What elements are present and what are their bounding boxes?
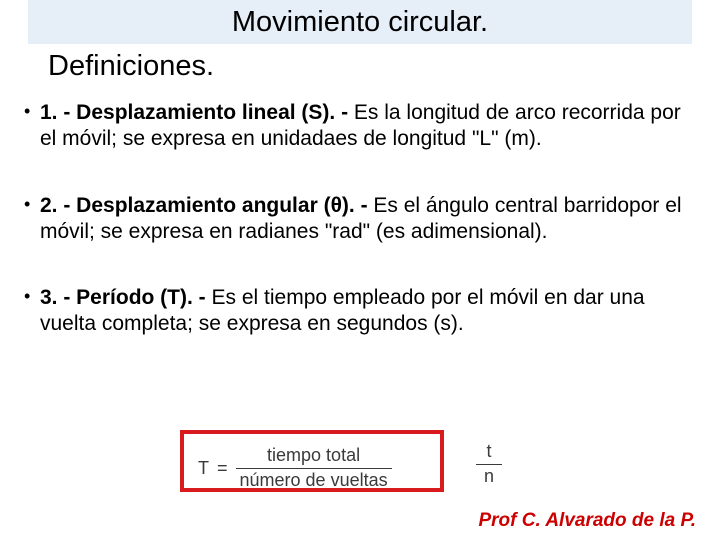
- formula-short-fraction: t n: [476, 442, 502, 487]
- formula-fraction: tiempo total número de vueltas: [236, 446, 392, 491]
- formula-short-numerator: t: [486, 442, 491, 462]
- formula-equals: =: [217, 458, 228, 479]
- slide-title: Movimiento circular.: [232, 6, 488, 39]
- title-band: Movimiento circular.: [28, 0, 692, 44]
- bullet-item: 2. - Desplazamiento angular (θ). - Es el…: [20, 193, 696, 246]
- bullet-lead: 2. - Desplazamiento angular (θ). -: [40, 194, 373, 217]
- bullet-lead: 3. - Período (T). -: [40, 286, 212, 309]
- slide-subtitle: Definiciones.: [48, 50, 214, 83]
- bullet-item: 1. - Desplazamiento lineal (S). - Es la …: [20, 100, 696, 153]
- bullet-list: 1. - Desplazamiento lineal (S). - Es la …: [20, 100, 696, 378]
- author-footer: Prof C. Alvarado de la P.: [478, 510, 696, 532]
- bullet-item: 3. - Período (T). - Es el tiempo emplead…: [20, 285, 696, 338]
- fraction-bar: [476, 464, 502, 466]
- formula-denominator: número de vueltas: [236, 469, 392, 491]
- bullet-lead: 1. - Desplazamiento lineal (S). -: [40, 101, 354, 124]
- formula-main: T = tiempo total número de vueltas: [198, 446, 392, 491]
- formula-highlight-box: T = tiempo total número de vueltas: [180, 430, 444, 492]
- formula-short-denominator: n: [484, 467, 494, 487]
- formula-numerator: tiempo total: [263, 446, 364, 468]
- formula-lhs: T: [198, 458, 209, 479]
- formula-zone: T = tiempo total número de vueltas t n: [180, 430, 560, 496]
